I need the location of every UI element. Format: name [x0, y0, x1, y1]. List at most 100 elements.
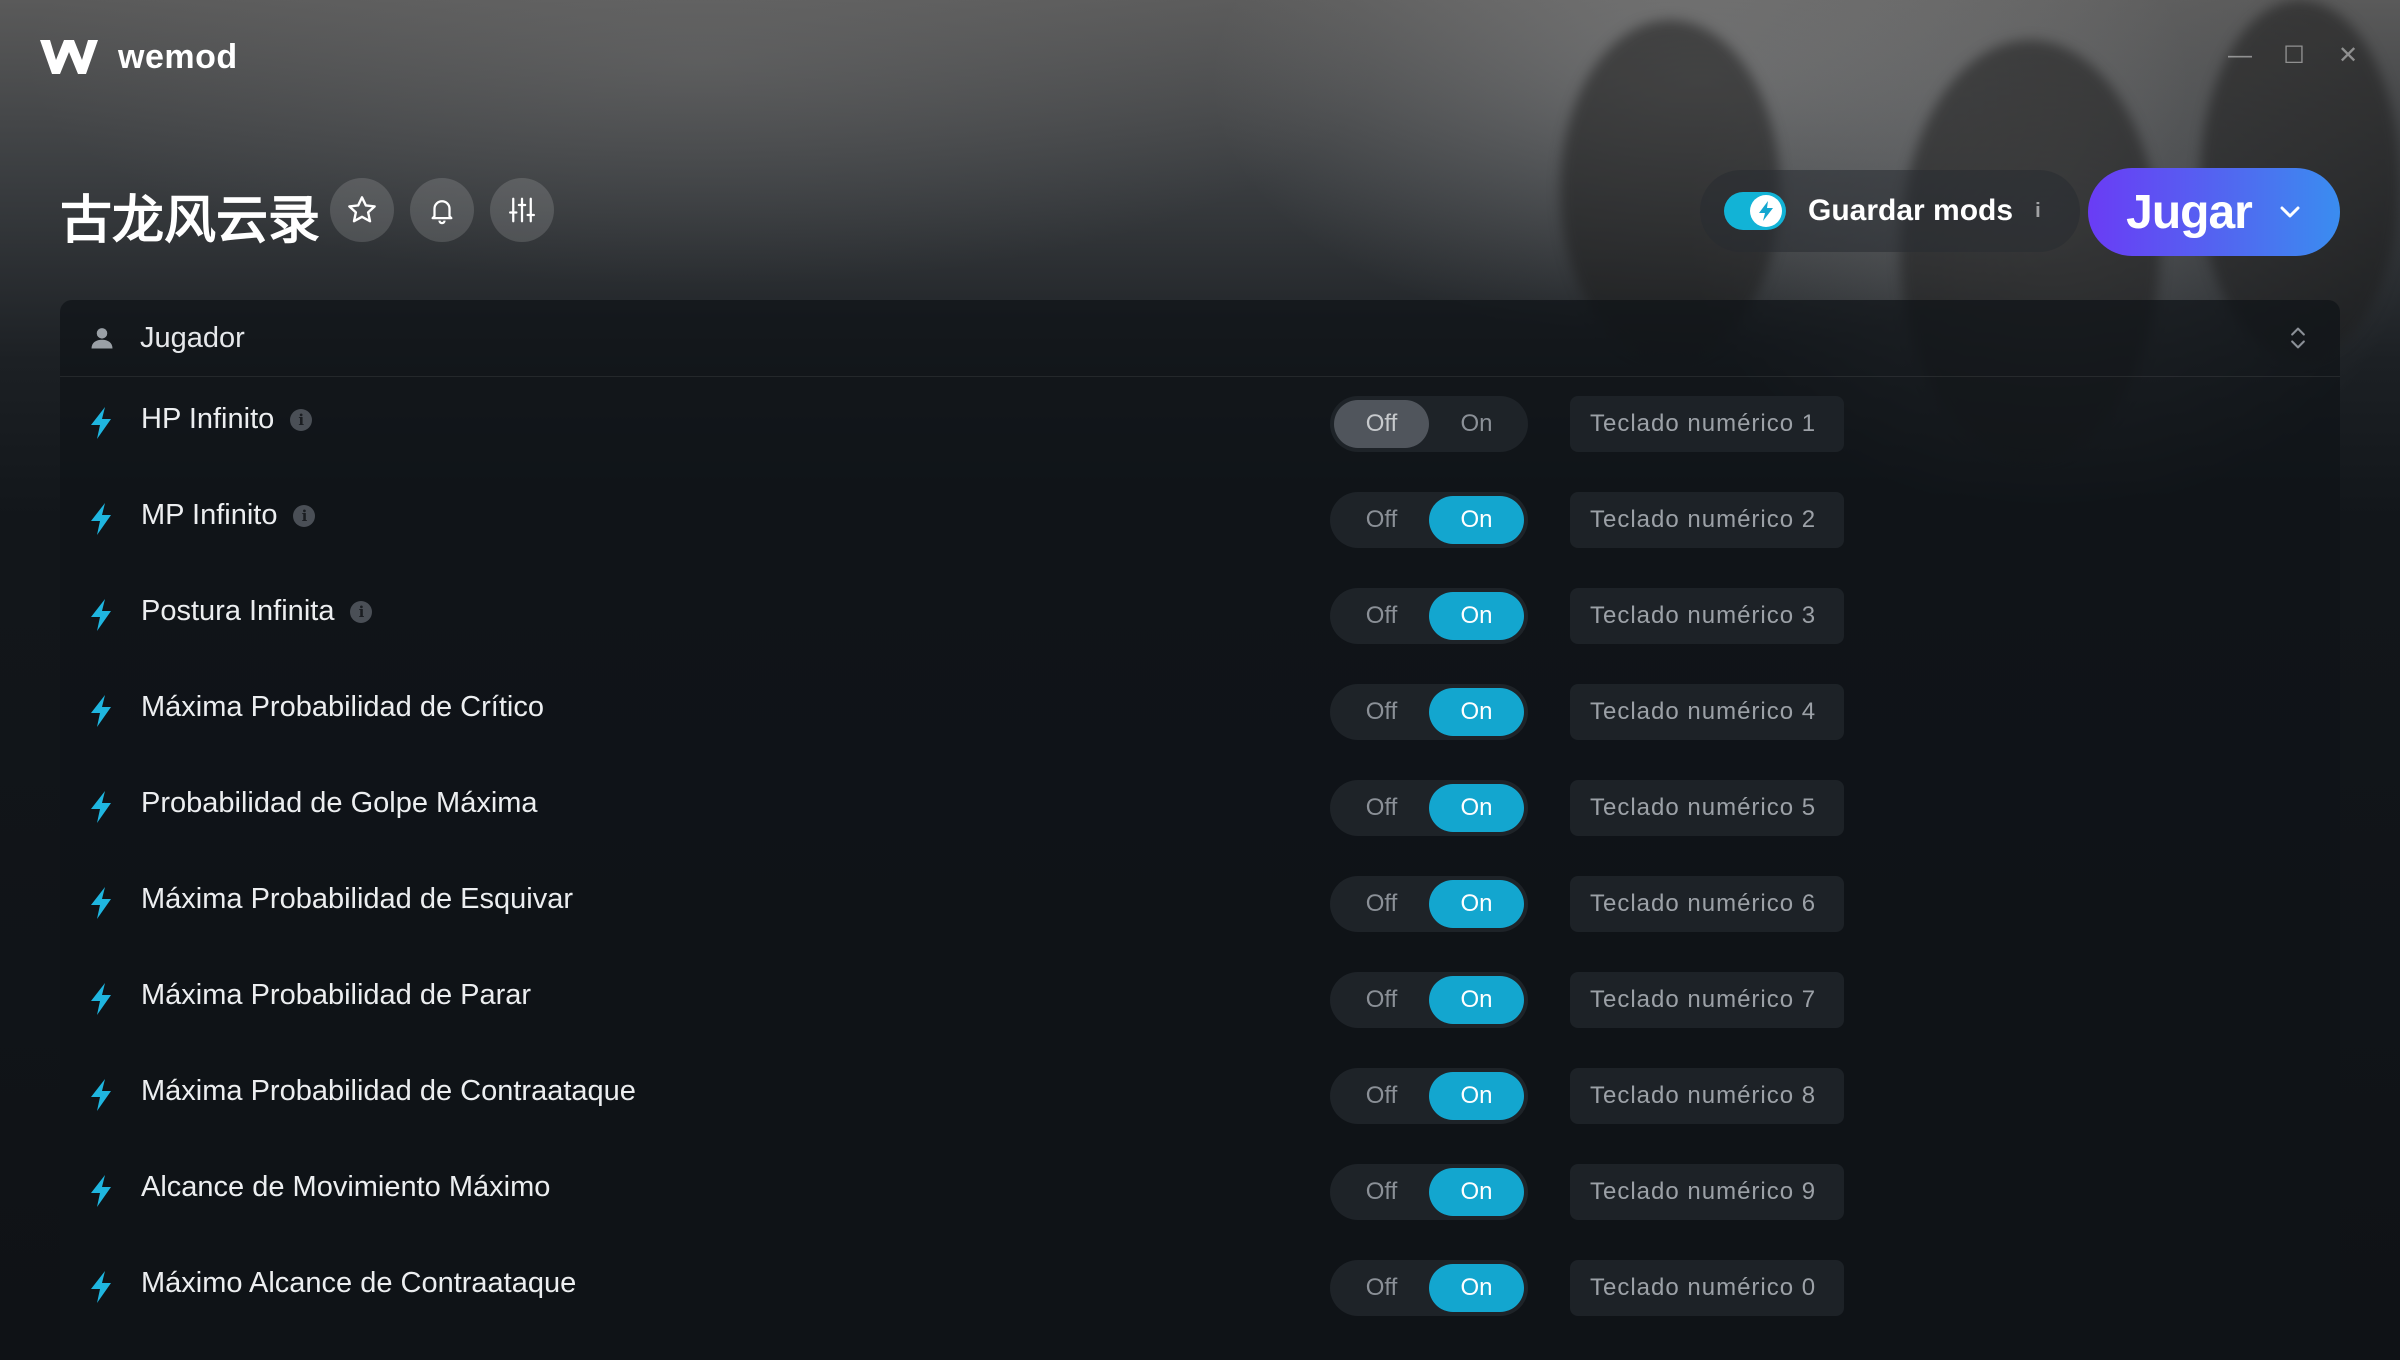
hotkey-button[interactable]: Teclado numérico 1: [1570, 396, 1844, 452]
toggle-off-option[interactable]: Off: [1334, 976, 1429, 1024]
mod-row: Máxima Probabilidad de Crítico Off On Tecla…: [60, 664, 2340, 760]
bolt-icon: [88, 694, 114, 728]
hotkey-button[interactable]: Teclado numérico 6: [1570, 876, 1844, 932]
mod-name: Máximo Alcance de Contraataque: [141, 1267, 576, 1300]
hotkey-button[interactable]: Teclado numérico 4: [1570, 684, 1844, 740]
toggle-off-option[interactable]: Off: [1334, 784, 1429, 832]
mod-name: Máxima Probabilidad de Parar: [141, 979, 531, 1012]
bolt-icon: [88, 790, 114, 824]
toggle-off-option[interactable]: Off: [1334, 1264, 1429, 1312]
mod-name: Probabilidad de Golpe Máxima: [141, 787, 538, 820]
collapse-icon[interactable]: [2284, 324, 2312, 352]
mod-name-label: HP Infinito: [141, 403, 275, 435]
bolt-icon: [88, 598, 114, 632]
info-icon[interactable]: i: [350, 600, 373, 623]
save-mods-info-icon[interactable]: i: [2035, 200, 2041, 223]
mod-row: Probabilidad de Golpe Máxima Off On Teclado…: [60, 760, 2340, 856]
mod-row: Máxima Probabilidad de Esquivar Off On Tecl…: [60, 856, 2340, 952]
mod-toggle-switch: Off On: [1330, 1164, 1528, 1220]
mod-name: Máxima Probabilidad de Contraataque: [141, 1075, 636, 1108]
hotkey-button[interactable]: Teclado numérico 3: [1570, 588, 1844, 644]
save-mods-toggle[interactable]: [1724, 192, 1786, 230]
toggle-on-option[interactable]: On: [1429, 976, 1524, 1024]
mod-name-label: Máxima Probabilidad de Parar: [141, 979, 532, 1011]
toggle-on-option[interactable]: On: [1429, 400, 1524, 448]
notifications-button[interactable]: [410, 178, 474, 242]
mod-toggle-switch: Off On: [1330, 780, 1528, 836]
section-header[interactable]: Jugador: [60, 300, 2340, 377]
bolt-icon: [88, 886, 114, 920]
wemod-logo-icon: [40, 40, 98, 74]
toggle-off-option[interactable]: Off: [1334, 400, 1429, 448]
toggle-on-option[interactable]: On: [1429, 1264, 1524, 1312]
mod-row: Máximo Alcance de Contraataque Off On Tecla…: [60, 1240, 2340, 1336]
play-button[interactable]: Jugar: [2088, 168, 2340, 256]
toggle-on-option[interactable]: On: [1429, 592, 1524, 640]
mod-row: HP Infinito i Off On Teclado numérico 1: [60, 376, 2340, 472]
mod-toggle-switch: Off On: [1330, 1068, 1528, 1124]
bolt-icon: [88, 1078, 114, 1112]
bolt-icon: [88, 406, 114, 440]
info-icon[interactable]: i: [290, 408, 313, 431]
mod-settings-button[interactable]: [490, 178, 554, 242]
toggle-off-option[interactable]: Off: [1334, 688, 1429, 736]
section-title: Jugador: [140, 321, 245, 354]
toggle-off-option[interactable]: Off: [1334, 592, 1429, 640]
toggle-off-option[interactable]: Off: [1334, 880, 1429, 928]
toggle-on-option[interactable]: On: [1429, 688, 1524, 736]
mod-name: Máxima Probabilidad de Esquivar: [141, 883, 573, 916]
hotkey-button[interactable]: Teclado numérico 8: [1570, 1068, 1844, 1124]
mod-name: Alcance de Movimiento Máximo: [141, 1171, 550, 1204]
game-title: 古龙风云录: [60, 191, 321, 251]
mod-name-label: Máximo Alcance de Contraataque: [141, 1267, 577, 1299]
mod-name: HP Infinito i: [141, 403, 313, 436]
mods-panel: Jugador HP Infinito i Off On Teclado numéric…: [60, 300, 2340, 1360]
maximize-icon[interactable]: ☐: [2282, 44, 2306, 68]
toggle-on-option[interactable]: On: [1429, 1168, 1524, 1216]
toggle-on-option[interactable]: On: [1429, 496, 1524, 544]
user-icon: [91, 328, 113, 349]
mod-name-label: Alcance de Movimiento Máximo: [141, 1171, 551, 1203]
mod-toggle-switch: Off On: [1330, 972, 1528, 1028]
bolt-icon: [1759, 201, 1773, 221]
mod-name-label: Máxima Probabilidad de Esquivar: [141, 883, 573, 915]
toggle-off-option[interactable]: Off: [1334, 1072, 1429, 1120]
mod-name-label: Máxima Probabilidad de Contraataque: [141, 1075, 636, 1107]
mod-name-label: MP Infinito: [141, 499, 278, 531]
mod-name-label: Máxima Probabilidad de Crítico: [141, 691, 544, 723]
star-icon: [348, 196, 376, 223]
save-mods-toggle-knob: [1750, 195, 1782, 227]
minimize-icon[interactable]: —: [2228, 44, 2252, 68]
hotkey-button[interactable]: Teclado numérico 9: [1570, 1164, 1844, 1220]
bolt-icon: [88, 502, 114, 536]
toggle-on-option[interactable]: On: [1429, 784, 1524, 832]
mod-row: Alcance de Movimiento Máximo Off On Teclado…: [60, 1144, 2340, 1240]
info-icon[interactable]: i: [293, 504, 316, 527]
mod-toggle-switch: Off On: [1330, 684, 1528, 740]
favorite-button[interactable]: [330, 178, 394, 242]
toggle-on-option[interactable]: On: [1429, 1072, 1524, 1120]
hotkey-button[interactable]: Teclado numérico 5: [1570, 780, 1844, 836]
mod-toggle-switch: Off On: [1330, 1260, 1528, 1316]
hotkey-button[interactable]: Teclado numérico 0: [1570, 1260, 1844, 1316]
toggle-on-option[interactable]: On: [1429, 880, 1524, 928]
bolt-icon: [88, 982, 114, 1016]
mod-name: Máxima Probabilidad de Crítico: [141, 691, 544, 724]
mod-toggle-switch: Off On: [1330, 492, 1528, 548]
bell-icon: [431, 200, 453, 225]
bolt-icon: [88, 1174, 114, 1208]
sliders-icon: [509, 197, 535, 223]
toggle-off-option[interactable]: Off: [1334, 496, 1429, 544]
chevron-down-icon[interactable]: [2278, 204, 2302, 220]
save-mods-label: Guardar mods: [1808, 194, 2014, 227]
mod-row: Postura Infinita i Off On Teclado numérico 3: [60, 568, 2340, 664]
close-icon[interactable]: ✕: [2336, 44, 2360, 68]
mod-name: Postura Infinita i: [141, 595, 373, 628]
toggle-off-option[interactable]: Off: [1334, 1168, 1429, 1216]
app-brand: wemod: [38, 34, 238, 80]
hotkey-button[interactable]: Teclado numérico 2: [1570, 492, 1844, 548]
hotkey-button[interactable]: Teclado numérico 7: [1570, 972, 1844, 1028]
mod-row: MP Infinito i Off On Teclado numérico 2: [60, 472, 2340, 568]
mod-toggle-switch: Off On: [1330, 396, 1528, 452]
window-controls: — ☐ ✕: [2228, 44, 2360, 68]
